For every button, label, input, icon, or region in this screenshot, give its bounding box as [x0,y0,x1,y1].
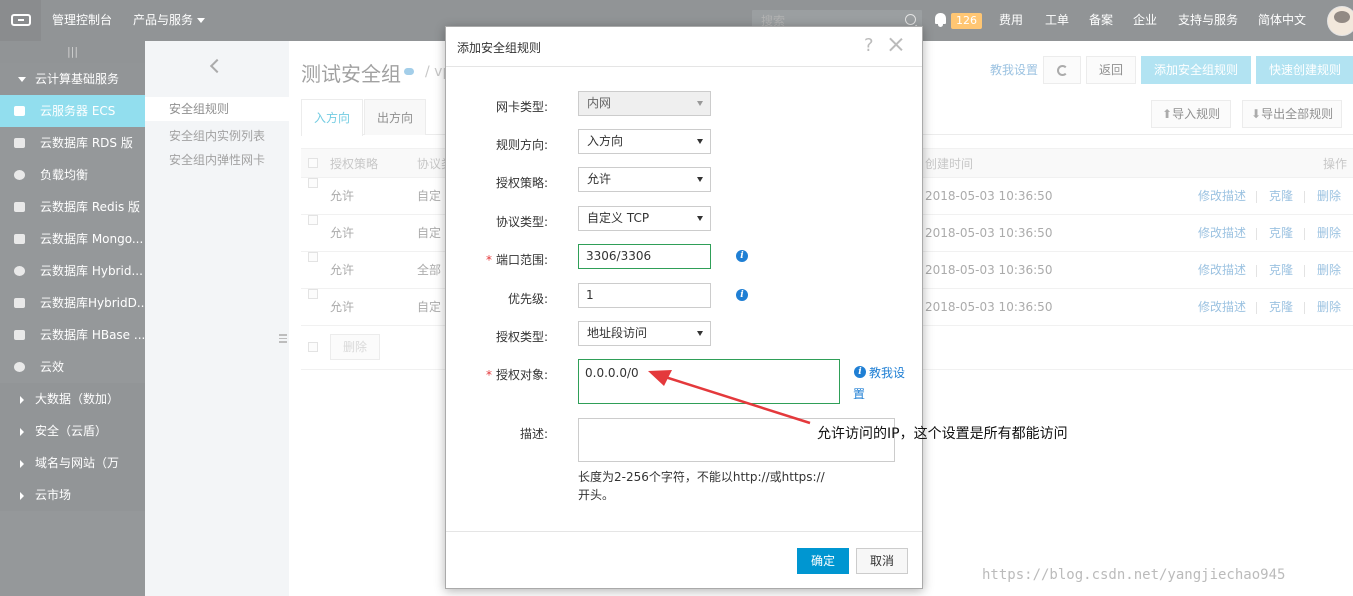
annotation-arrow [648,370,811,425]
annotation-text: 允许访问的IP，这个设置是所有都能访问 [817,426,1068,442]
watermark: https://blog.csdn.net/yangjiechao945 [982,567,1286,583]
arrow-line [661,374,811,425]
